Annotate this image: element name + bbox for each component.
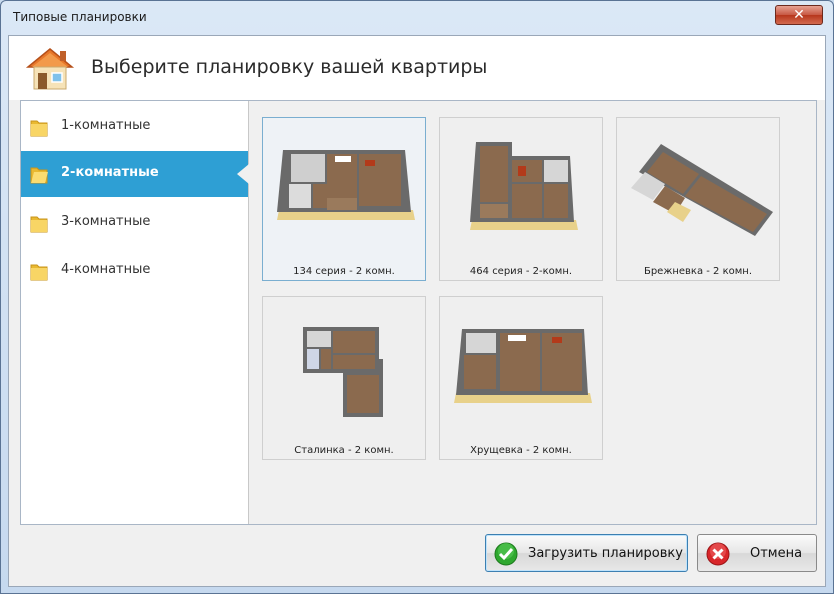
layout-caption: Хрущевка - 2 комн. [470,445,572,456]
layout-caption: Сталинка - 2 комн. [294,445,394,456]
sidebar-item-2-room[interactable]: 2-комнатные [21,151,249,197]
layout-card-464-series[interactable]: 464 серия - 2-комн. [439,117,603,281]
close-button[interactable]: ✕ [775,5,823,25]
sidebar-item-label: 1-комнатные [61,118,151,133]
floorplan-thumbnail [303,327,383,417]
sidebar-item-label: 4-комнатные [61,262,151,277]
floorplan-thumbnail [454,329,592,403]
layout-card-khrushchevka[interactable]: Хрущевка - 2 комн. [439,296,603,460]
header: Выберите планировку вашей квартиры [9,36,825,100]
cancel-label: Отмена [750,546,803,561]
title-bar[interactable]: Типовые планировки ✕ [1,1,833,35]
folder-icon [30,264,48,281]
load-layout-label: Загрузить планировку [528,546,683,561]
layout-caption: Брежневка - 2 комн. [643,266,753,277]
floorplan-thumbnail [470,142,578,230]
cancel-icon [706,542,730,566]
dialog-window: Типовые планировки ✕ Выберите планировку… [0,0,834,594]
load-layout-button[interactable]: Загрузить планировку [485,534,688,572]
sidebar-item-4-room[interactable]: 4-комнатные [21,248,248,294]
sidebar-item-1-room[interactable]: 1-комнатные [21,104,248,150]
folder-icon [30,216,48,233]
layout-caption: 134 серия - 2 комн. [293,266,395,277]
category-list: 1-комнатные 2-комнатные 3-комнатные 4-ко… [21,101,249,524]
folder-open-icon [30,167,48,184]
house-icon [25,48,75,90]
page-title: Выберите планировку вашей квартиры [91,56,488,78]
sidebar-item-label: 3-комнатные [61,214,151,229]
checkmark-icon [494,542,518,566]
layout-caption: 464 серия - 2-комн. [469,266,573,277]
layout-card-stalinka[interactable]: Сталинка - 2 комн. [262,296,426,460]
window-title: Типовые планировки [13,10,147,24]
layout-card-134-series[interactable]: 134 серия - 2 комн. [262,117,426,281]
sidebar-item-3-room[interactable]: 3-комнатные [21,200,248,246]
floorplan-thumbnail [631,144,773,236]
layout-card-brezhnevka[interactable]: Брежневка - 2 комн. [616,117,780,281]
content-panel: 1-комнатные 2-комнатные 3-комнатные 4-ко… [20,100,817,525]
cancel-button[interactable]: Отмена [697,534,817,572]
dialog-client: Выберите планировку вашей квартиры 1-ком… [8,35,826,587]
floorplan-thumbnail [277,150,415,220]
folder-icon [30,120,48,137]
sidebar-item-label: 2-комнатные [61,165,159,180]
